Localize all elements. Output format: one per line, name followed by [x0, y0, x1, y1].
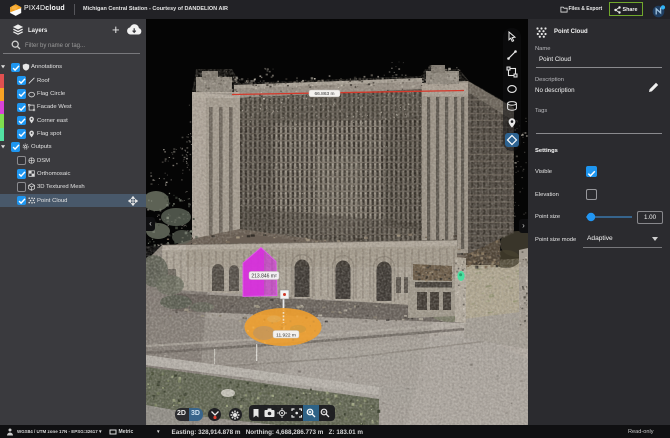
svg-text:213.846 m²: 213.846 m² — [251, 274, 277, 280]
svg-text:66.863 m: 66.863 m — [314, 91, 334, 97]
svg-text:11.922 m: 11.922 m — [276, 333, 296, 339]
